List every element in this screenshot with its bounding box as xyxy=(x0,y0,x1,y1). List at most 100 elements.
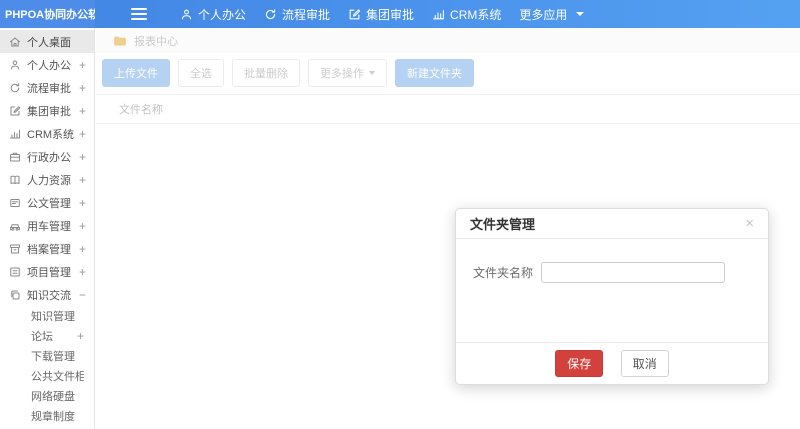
toolbar-button-label: 更多操作 xyxy=(320,68,364,80)
doc-icon xyxy=(9,197,21,209)
sidebar-item-label: 档案管理 xyxy=(27,243,71,256)
top-navbar: PHPOA协同办公软件 个人办公 流程审批 集团审批 CRM系统 更多应用 xyxy=(0,0,800,28)
file-toolbar: 上传文件 全选 批量删除 更多操作 新建文件夹 xyxy=(96,53,800,91)
dialog-title: 文件夹管理 xyxy=(470,217,536,232)
book-icon xyxy=(9,174,21,186)
sidebar-item-label: 个人桌面 xyxy=(27,36,71,49)
sidebar: 个人桌面 个人办公 + 流程审批 + 集团审批 + CRM系统 + 行政办公 + 人力资源 + 公文管理 +… xyxy=(0,28,95,429)
sidebar-subitem-label: 网络硬盘 xyxy=(31,391,75,403)
expand-icon[interactable]: + xyxy=(79,242,86,256)
sidebar-subitem-3[interactable]: 下载管理 xyxy=(0,346,94,366)
sidebar-subitem-label: 知识管理 xyxy=(31,311,75,323)
topnav-item-label: 集团审批 xyxy=(366,7,415,22)
user-icon xyxy=(180,8,193,21)
chart-icon xyxy=(9,128,21,140)
sidebar-subitem-label: 论坛 xyxy=(31,331,53,343)
collapse-icon[interactable]: − xyxy=(79,288,86,302)
sidebar-item-label: CRM系统 xyxy=(27,128,75,141)
topnav-item-2[interactable]: 流程审批 xyxy=(255,0,339,28)
sidebar-subitem-2[interactable]: 论坛 + xyxy=(0,326,94,346)
topnav-item-label: 个人办公 xyxy=(198,7,247,22)
archive-icon xyxy=(9,243,21,255)
sidebar-item-label: 流程审批 xyxy=(27,82,71,95)
toolbar-button-2[interactable]: 全选 xyxy=(178,59,224,87)
topnav-item-3[interactable]: 集团审批 xyxy=(339,0,423,28)
chevron-down-icon xyxy=(576,12,585,16)
topnav-item-4[interactable]: CRM系统 xyxy=(423,0,510,28)
sidebar-item-label: 项目管理 xyxy=(27,266,71,279)
folder-name-row: 文件夹名称 xyxy=(456,262,768,283)
folder-name-input[interactable] xyxy=(541,262,726,283)
flow-icon xyxy=(264,8,277,21)
chart-icon xyxy=(432,8,445,21)
car-icon xyxy=(9,220,21,232)
edit-icon xyxy=(9,105,21,117)
cancel-button[interactable]: 取消 xyxy=(620,350,669,377)
expand-icon[interactable]: + xyxy=(79,150,86,164)
sidebar-subitem-6[interactable]: 规章制度 xyxy=(0,406,94,426)
sidebar-item-11[interactable]: 项目管理 + xyxy=(0,260,94,283)
sidebar-subitem-label: 公共文件柜 xyxy=(31,371,84,383)
toolbar-button-3[interactable]: 批量删除 xyxy=(232,59,300,87)
topnav-item-label: CRM系统 xyxy=(450,7,502,22)
breadcrumb: 报表中心 xyxy=(96,28,800,53)
expand-icon[interactable]: + xyxy=(79,196,86,210)
menu-toggle-icon[interactable] xyxy=(131,8,147,20)
close-icon[interactable]: × xyxy=(745,216,754,231)
toolbar-button-label: 全选 xyxy=(190,68,212,80)
project-icon xyxy=(9,266,21,278)
sidebar-item-6[interactable]: 行政办公 + xyxy=(0,145,94,168)
user-icon xyxy=(9,59,21,71)
sidebar-item-4[interactable]: 集团审批 + xyxy=(0,99,94,122)
dialog-footer: 保存 取消 xyxy=(456,342,768,384)
edit-icon xyxy=(348,8,361,21)
folder-management-dialog: 文件夹管理 × 文件夹名称 保存 取消 xyxy=(455,208,769,385)
sidebar-item-9[interactable]: 用车管理 + xyxy=(0,214,94,237)
save-button[interactable]: 保存 xyxy=(555,350,604,377)
sidebar-subitem-1[interactable]: 知识管理 xyxy=(0,306,94,326)
chevron-down-icon xyxy=(369,71,375,75)
sidebar-item-12[interactable]: 知识交流 − xyxy=(0,283,94,306)
folder-icon xyxy=(113,34,127,48)
knowledge-icon xyxy=(9,289,21,301)
sidebar-item-label: 行政办公 xyxy=(27,151,71,164)
sidebar-item-3[interactable]: 流程审批 + xyxy=(0,76,94,99)
sidebar-item-label: 知识交流 xyxy=(27,289,71,302)
breadcrumb-label: 报表中心 xyxy=(134,35,178,48)
expand-icon[interactable]: + xyxy=(79,173,86,187)
expand-icon[interactable]: + xyxy=(79,104,86,118)
sidebar-item-1[interactable]: 个人桌面 xyxy=(0,30,94,53)
top-menu: 个人办公 流程审批 集团审批 CRM系统 更多应用 xyxy=(171,0,593,28)
topnav-item-1[interactable]: 个人办公 xyxy=(171,0,255,28)
expand-icon[interactable]: + xyxy=(79,81,86,95)
sidebar-item-8[interactable]: 公文管理 + xyxy=(0,191,94,214)
sidebar-item-10[interactable]: 档案管理 + xyxy=(0,237,94,260)
topnav-item-5[interactable]: 更多应用 xyxy=(510,0,593,28)
sidebar-item-2[interactable]: 个人办公 + xyxy=(0,53,94,76)
toolbar-button-label: 上传文件 xyxy=(114,68,158,80)
expand-icon[interactable]: + xyxy=(79,58,86,72)
app-logo: PHPOA协同办公软件 xyxy=(0,0,95,28)
toolbar-button-5[interactable]: 新建文件夹 xyxy=(395,59,474,87)
topnav-item-label: 流程审批 xyxy=(282,7,331,22)
table-header-file-name: 文件名称 xyxy=(96,94,800,124)
expand-icon[interactable]: + xyxy=(79,219,86,233)
app-window: PHPOA协同办公软件 个人办公流程审批集团审批CRM系统更多应用 个人桌面个人… xyxy=(0,0,800,429)
dialog-header: 文件夹管理 × xyxy=(456,209,768,239)
flow-icon xyxy=(9,82,21,94)
expand-icon[interactable]: + xyxy=(79,265,86,279)
toolbar-button-4[interactable]: 更多操作 xyxy=(308,59,387,87)
toolbar-button-1[interactable]: 上传文件 xyxy=(102,59,170,87)
sidebar-subitem-label: 规章制度 xyxy=(31,411,75,423)
sidebar-item-label: 用车管理 xyxy=(27,220,71,233)
sidebar-item-label: 人力资源 xyxy=(27,174,71,187)
sidebar-item-7[interactable]: 人力资源 + xyxy=(0,168,94,191)
expand-icon[interactable]: + xyxy=(77,329,84,343)
sidebar-item-5[interactable]: CRM系统 + xyxy=(0,122,94,145)
briefcase-icon xyxy=(9,151,21,163)
topnav-item-label: 更多应用 xyxy=(519,7,568,22)
sidebar-subitem-label: 下载管理 xyxy=(31,351,75,363)
sidebar-subitem-5[interactable]: 网络硬盘 xyxy=(0,386,94,406)
expand-icon[interactable]: + xyxy=(79,127,86,141)
sidebar-subitem-4[interactable]: 公共文件柜 xyxy=(0,366,94,386)
